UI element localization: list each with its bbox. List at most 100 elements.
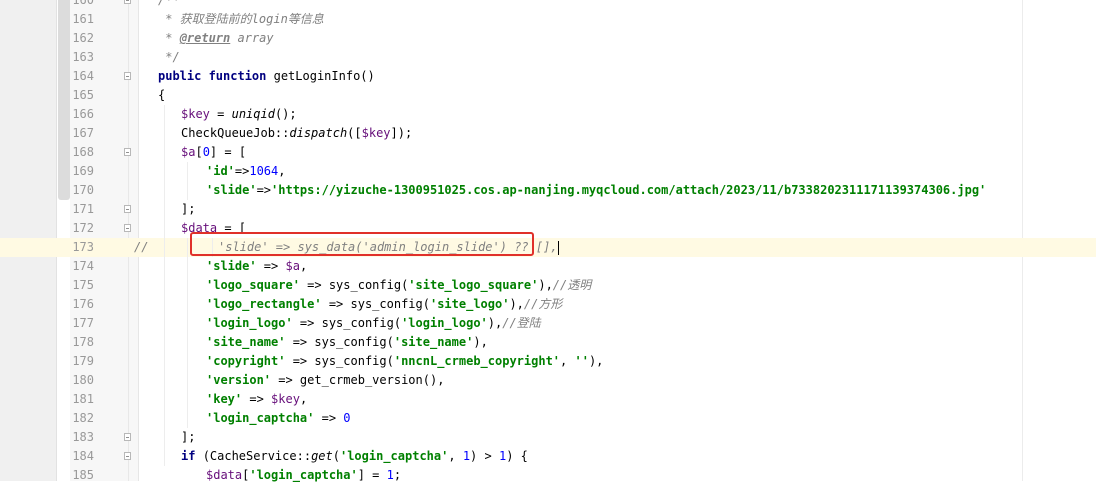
code-line[interactable]: 179 'copyright' => sys_config('nncnL_crme…: [0, 352, 1096, 371]
code-token: ] =: [357, 468, 387, 482]
code-token: => sys_config(: [321, 297, 430, 311]
code-token: => sys_config(: [299, 278, 409, 292]
line-number: 170: [72, 183, 94, 197]
code-token: ];: [181, 430, 196, 444]
line-number: 166: [72, 107, 94, 121]
code-token: 1064: [249, 164, 279, 178]
indent-guide: [187, 390, 188, 409]
code-token: dispatch: [289, 126, 348, 140]
fold-toggle-icon[interactable]: [124, 452, 131, 460]
indent-guide: [187, 409, 188, 428]
code-token: ();: [274, 107, 297, 121]
code-token: ,: [560, 354, 575, 368]
code-line[interactable]: 160 /**: [0, 0, 1096, 10]
indent-guide: [164, 409, 165, 428]
code-token: ] = [: [209, 145, 247, 159]
indent-guide: [187, 238, 188, 257]
red-highlight-annotation: [190, 232, 534, 256]
line-number: 181: [72, 392, 94, 406]
indent-guide: [164, 124, 165, 143]
code-line[interactable]: 177 'login_logo' => sys_config('login_log…: [0, 314, 1096, 333]
code-line[interactable]: 182 'login_captcha' => 0: [0, 409, 1096, 428]
fold-toggle-icon[interactable]: [124, 205, 131, 213]
line-number: 169: [72, 164, 94, 178]
code-token: uniqid: [231, 107, 275, 121]
line-number: 179: [72, 354, 94, 368]
code-token: ([: [347, 126, 362, 140]
code-line[interactable]: 163 */: [0, 48, 1096, 67]
fold-toggle-icon[interactable]: [124, 433, 131, 441]
code-line[interactable]: 183];: [0, 428, 1096, 447]
code-token: getLoginInfo(): [273, 69, 375, 83]
code-token: => get_crmeb_version(),: [271, 373, 445, 387]
code-line[interactable]: 185 $data['login_captcha'] = 1;: [0, 466, 1096, 485]
code-line[interactable]: 171];: [0, 200, 1096, 219]
code-token: 'site_logo_square': [408, 278, 539, 292]
line-number: 176: [72, 297, 94, 311]
code-token: 'id': [206, 164, 235, 178]
code-line[interactable]: 161 * 获取登陆前的login等信息: [0, 10, 1096, 29]
code-line[interactable]: 181 'key' => $key,: [0, 390, 1096, 409]
fold-toggle-icon[interactable]: [124, 72, 131, 80]
code-token: $key: [361, 126, 391, 140]
code-line[interactable]: 178 'site_name' => sys_config('site_name'…: [0, 333, 1096, 352]
code-line[interactable]: 169 'id'=>1064,: [0, 162, 1096, 181]
code-line[interactable]: 172 $data = [: [0, 219, 1096, 238]
code-token: ]);: [390, 126, 413, 140]
code-line[interactable]: 170 'slide'=>'https://yizuche-1300951025.…: [0, 181, 1096, 200]
code-token: => sys_config(: [292, 316, 402, 330]
code-token: 'nncnL_crmeb_copyright': [393, 354, 561, 368]
code-text: 'logo_rectangle' => sys_config('site_log…: [206, 295, 562, 314]
line-number: 172: [72, 221, 94, 235]
fold-toggle-icon[interactable]: [124, 148, 131, 156]
code-token: 'https://yizuche-1300951025.cos.ap-nanji…: [271, 183, 987, 197]
indent-guide: [164, 162, 165, 181]
code-line[interactable]: 162 * @return array: [0, 29, 1096, 48]
code-line[interactable]: 174 'slide' => $a,: [0, 257, 1096, 276]
code-token: //透明: [552, 278, 592, 292]
code-line[interactable]: 166 $key = uniqid();: [0, 105, 1096, 124]
code-token: (: [332, 449, 340, 463]
line-comment-prefix: //: [134, 240, 149, 254]
code-token: ,: [278, 164, 286, 178]
code-token: 'version': [206, 373, 272, 387]
code-token: ),: [487, 316, 503, 330]
code-text: {: [158, 86, 165, 105]
code-token: ) >: [470, 449, 499, 463]
code-token: ,: [448, 449, 463, 463]
code-text: $key = uniqid();: [181, 105, 297, 124]
code-line[interactable]: 184 if (CacheService::get('login_captcha'…: [0, 447, 1096, 466]
code-token: =>: [314, 411, 344, 425]
code-token: =>: [256, 183, 272, 197]
code-token: public: [158, 69, 209, 83]
code-line[interactable]: 173//'slide' => sys_data('admin_login_sl…: [0, 238, 1096, 257]
indent-guide: [187, 295, 188, 314]
code-text: 'version' => get_crmeb_version(),: [206, 371, 444, 390]
code-line[interactable]: 167 CheckQueueJob::dispatch([$key]);: [0, 124, 1096, 143]
code-text: ];: [181, 200, 195, 219]
code-line[interactable]: 176 'logo_rectangle' => sys_config('site_…: [0, 295, 1096, 314]
indent-guide: [164, 238, 165, 257]
line-number: 173: [72, 240, 94, 254]
code-line[interactable]: 165 {: [0, 86, 1096, 105]
code-line[interactable]: 180 'version' => get_crmeb_version(),: [0, 371, 1096, 390]
line-number: 161: [72, 12, 94, 26]
code-token: $a: [181, 145, 196, 159]
code-token: $a: [285, 259, 300, 273]
code-line[interactable]: 168 $a[0] = [: [0, 143, 1096, 162]
line-number: 183: [72, 430, 94, 444]
line-number: 174: [72, 259, 94, 273]
code-line[interactable]: 175 'logo_square' => sys_config('site_log…: [0, 276, 1096, 295]
indent-guide: [164, 276, 165, 295]
code-token: @return: [179, 31, 231, 45]
fold-toggle-icon[interactable]: [124, 0, 131, 4]
line-number: 164: [72, 69, 94, 83]
code-token: 'logo_rectangle': [206, 297, 322, 311]
code-token: 'login_captcha': [339, 449, 449, 463]
code-token: $key: [181, 107, 210, 121]
code-token: //方形: [523, 297, 563, 311]
line-number: 163: [72, 50, 94, 64]
code-editor[interactable]: 160/** 161 * 获取登陆前的login等信息 162 * @return …: [0, 0, 1096, 485]
code-line[interactable]: 164 public function getLoginInfo(): [0, 67, 1096, 86]
fold-toggle-icon[interactable]: [124, 224, 131, 232]
